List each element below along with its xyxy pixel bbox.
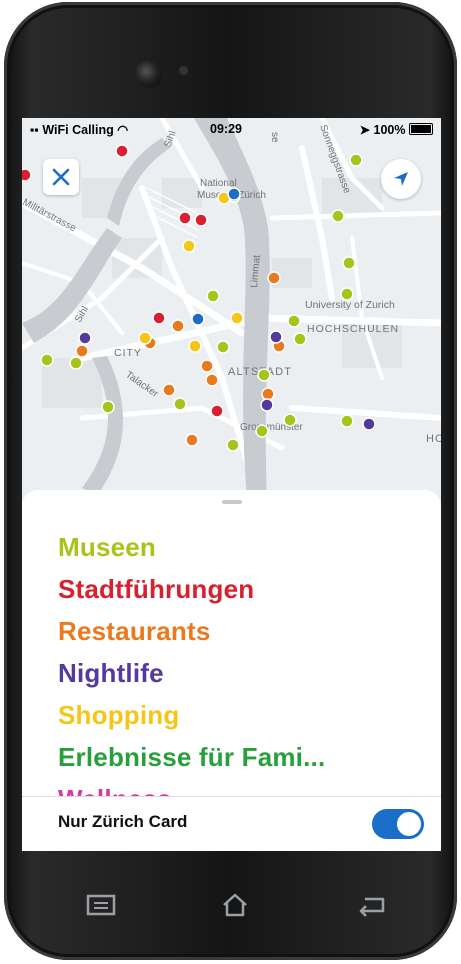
category-restaurants[interactable]: Restaurants <box>58 616 210 647</box>
close-button[interactable] <box>43 159 79 195</box>
status-carrier: ▪▪ WiFi Calling ◠ <box>30 122 128 137</box>
map-marker-museum[interactable] <box>331 209 345 223</box>
map-marker-museum[interactable] <box>206 289 220 303</box>
map-marker-museum[interactable] <box>101 400 115 414</box>
battery-icon <box>409 123 433 135</box>
map-marker-tour[interactable] <box>22 168 32 182</box>
map-marker-restaurant[interactable] <box>205 373 219 387</box>
menu-button[interactable] <box>84 888 118 922</box>
screen: National Museum Zürich Militärstrasse Si… <box>22 118 441 851</box>
map-marker-restaurant[interactable] <box>267 271 281 285</box>
category-stadtfuehrungen[interactable]: Stadtführungen <box>58 574 254 605</box>
map-marker-museum[interactable] <box>349 153 363 167</box>
home-icon <box>223 893 247 917</box>
map-marker-shopping[interactable] <box>188 339 202 353</box>
back-icon <box>359 897 385 917</box>
map-marker-nightlife[interactable] <box>78 331 92 345</box>
map-marker-museum[interactable] <box>216 340 230 354</box>
map-marker-museum[interactable] <box>69 356 83 370</box>
map-marker-museum[interactable] <box>255 424 269 438</box>
close-icon <box>52 168 70 186</box>
status-time: 09:29 <box>210 122 242 136</box>
map-marker-museum[interactable] <box>257 368 271 382</box>
map-marker-museum[interactable] <box>342 256 356 270</box>
location-icon: ➤ <box>359 123 371 137</box>
map-marker-museum[interactable] <box>283 413 297 427</box>
map-label-city: CITY <box>114 347 142 359</box>
map-marker-tour[interactable] <box>210 404 224 418</box>
map-marker-restaurant[interactable] <box>200 359 214 373</box>
map-marker-restaurant[interactable] <box>162 383 176 397</box>
home-button[interactable] <box>218 888 252 922</box>
map-marker-museum[interactable] <box>226 438 240 452</box>
map-marker-restaurant[interactable] <box>75 344 89 358</box>
map-label-hochschulen: HOCHSCHULEN <box>307 323 399 335</box>
map-marker-museum[interactable] <box>340 287 354 301</box>
map-marker-tour[interactable] <box>178 211 192 225</box>
map-marker-museum[interactable] <box>40 353 54 367</box>
map-marker-museum[interactable] <box>287 314 301 328</box>
battery-percent: 100% <box>373 123 406 137</box>
map-marker-nightlife[interactable] <box>269 330 283 344</box>
map-marker-shopping[interactable] <box>230 311 244 325</box>
wifi-icon: ◠ <box>117 123 129 137</box>
status-bar: ▪▪ WiFi Calling ◠ 09:29 ➤ 100% <box>22 118 441 142</box>
category-nightlife[interactable]: Nightlife <box>58 658 164 689</box>
map-label-hc: HC <box>426 433 441 445</box>
sheet-handle[interactable] <box>222 500 242 504</box>
map-marker-tour[interactable] <box>115 144 129 158</box>
zurich-card-filter-label: Nur Zürich Card <box>58 812 188 831</box>
speaker-icon <box>135 60 163 88</box>
map-marker-restaurant[interactable] <box>171 319 185 333</box>
category-shopping[interactable]: Shopping <box>58 700 179 731</box>
map-marker-museum[interactable] <box>340 414 354 428</box>
zurich-card-toggle[interactable] <box>372 809 424 839</box>
menu-icon <box>86 894 116 916</box>
map-marker-nightlife[interactable] <box>362 417 376 431</box>
map[interactable]: National Museum Zürich Militärstrasse Si… <box>22 118 441 498</box>
map-marker-transport[interactable] <box>227 187 241 201</box>
map-label-university: University of Zurich <box>305 299 395 311</box>
status-battery: ➤ 100% <box>360 122 433 137</box>
toggle-knob <box>397 812 421 836</box>
map-marker-restaurant[interactable] <box>185 433 199 447</box>
map-label-museum: National <box>200 178 237 189</box>
map-marker-shopping[interactable] <box>138 331 152 345</box>
map-marker-shopping[interactable] <box>182 239 196 253</box>
map-marker-restaurant[interactable] <box>261 387 275 401</box>
map-marker-tour[interactable] <box>194 213 208 227</box>
locate-button[interactable] <box>381 159 421 199</box>
back-button[interactable] <box>356 888 390 922</box>
category-museen[interactable]: Museen <box>58 532 156 563</box>
category-erlebnisse[interactable]: Erlebnisse für Fami... <box>58 742 325 773</box>
category-sheet: Museen Stadtführungen Restaurants Nightl… <box>22 490 441 851</box>
zurich-card-filter-row: Nur Zürich Card <box>22 797 441 851</box>
map-marker-museum[interactable] <box>173 397 187 411</box>
map-marker-museum[interactable] <box>293 332 307 346</box>
map-marker-nightlife[interactable] <box>260 398 274 412</box>
map-marker-tour[interactable] <box>152 311 166 325</box>
camera-icon <box>179 66 188 75</box>
navigation-arrow-icon <box>394 172 408 186</box>
map-marker-transport[interactable] <box>191 312 205 326</box>
signal-icon: ▪▪ <box>30 123 39 137</box>
carrier-label: WiFi Calling <box>42 123 114 137</box>
